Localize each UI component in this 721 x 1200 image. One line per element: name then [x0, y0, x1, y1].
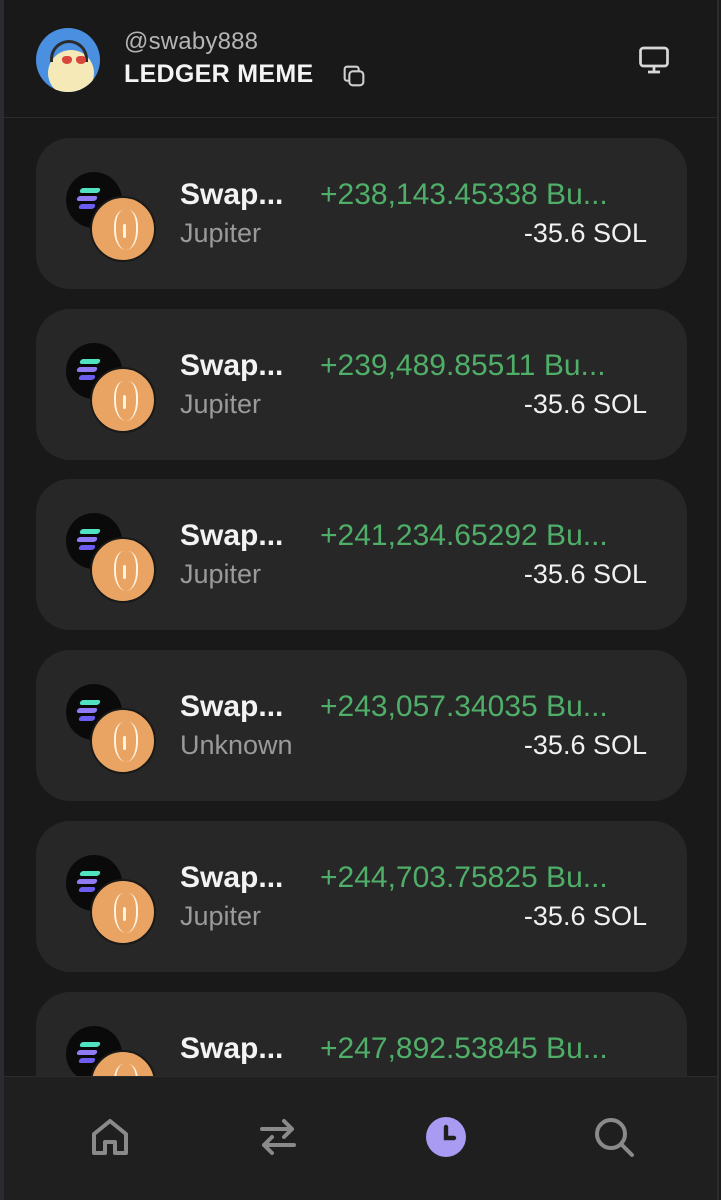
- history-clock-icon[interactable]: [422, 1113, 470, 1161]
- account-handle: @swaby888: [124, 28, 259, 55]
- token-coin-icon: [90, 367, 156, 433]
- transaction-title: Swap...: [180, 178, 284, 211]
- transaction-card[interactable]: Swap... Unknown +243,057.34035 Bu... -35…: [36, 650, 687, 801]
- monitor-icon[interactable]: [636, 42, 672, 78]
- copy-icon[interactable]: [340, 62, 368, 90]
- transaction-card[interactable]: Swap... Jupiter +244,703.75825 Bu... -35…: [36, 821, 687, 972]
- sol-cost: -35.6 SOL: [523, 389, 647, 419]
- wallet-panel: @swaby888 LEDGER MEME Swap... Jupiter +2…: [4, 0, 719, 1200]
- transaction-card[interactable]: Swap... Jupiter +241,234.65292 Bu... -35…: [36, 479, 687, 630]
- transaction-title: Swap...: [180, 690, 284, 723]
- token-pair-icons: [66, 1026, 158, 1076]
- token-pair-icons: [66, 855, 158, 947]
- received-amount: +244,703.75825 Bu...: [320, 861, 608, 894]
- header: @swaby888 LEDGER MEME: [4, 0, 719, 118]
- swap-arrows-icon[interactable]: [254, 1113, 302, 1161]
- sol-cost: -35.6 SOL: [523, 559, 647, 589]
- transaction-source: Jupiter: [180, 218, 262, 248]
- avatar-eye-left: [62, 56, 72, 64]
- received-amount: +247,892.53845 Bu...: [320, 1032, 608, 1065]
- window-edge-right: [717, 0, 719, 1200]
- token-coin-icon: [90, 879, 156, 945]
- received-amount: +239,489.85511 Bu...: [320, 349, 606, 382]
- transaction-card[interactable]: Swap... Jupiter +239,489.85511 Bu... -35…: [36, 309, 687, 460]
- transaction-card[interactable]: Swap... +247,892.53845 Bu...: [36, 992, 687, 1076]
- sol-cost: -35.6 SOL: [523, 218, 647, 248]
- token-pair-icons: [66, 513, 158, 605]
- avatar-eye-right: [76, 56, 86, 64]
- sol-cost: -35.6 SOL: [523, 730, 647, 760]
- transaction-title: Swap...: [180, 349, 284, 382]
- token-coin-icon: [90, 196, 156, 262]
- received-amount: +238,143.45338 Bu...: [320, 178, 608, 211]
- home-icon[interactable]: [86, 1113, 134, 1161]
- token-pair-icons: [66, 343, 158, 435]
- token-coin-icon: [90, 537, 156, 603]
- token-pair-icons: [66, 172, 158, 264]
- transaction-source: Jupiter: [180, 559, 262, 589]
- transaction-title: Swap...: [180, 861, 284, 894]
- transaction-card[interactable]: Swap... Jupiter +238,143.45338 Bu... -35…: [36, 138, 687, 289]
- token-coin-icon: [90, 708, 156, 774]
- transaction-list[interactable]: Swap... Jupiter +238,143.45338 Bu... -35…: [4, 118, 719, 1076]
- avatar[interactable]: [36, 28, 100, 92]
- transaction-title: Swap...: [180, 519, 284, 552]
- token-pair-icons: [66, 684, 158, 776]
- wallet-name: LEDGER MEME: [124, 60, 314, 88]
- search-icon[interactable]: [590, 1113, 638, 1161]
- received-amount: +243,057.34035 Bu...: [320, 690, 608, 723]
- transaction-source: Jupiter: [180, 901, 262, 931]
- received-amount: +241,234.65292 Bu...: [320, 519, 608, 552]
- transaction-source: Unknown: [180, 730, 293, 760]
- bottom-nav: [4, 1076, 719, 1200]
- transaction-title: Swap...: [180, 1032, 284, 1065]
- sol-cost: -35.6 SOL: [523, 901, 647, 931]
- transaction-source: Jupiter: [180, 389, 262, 419]
